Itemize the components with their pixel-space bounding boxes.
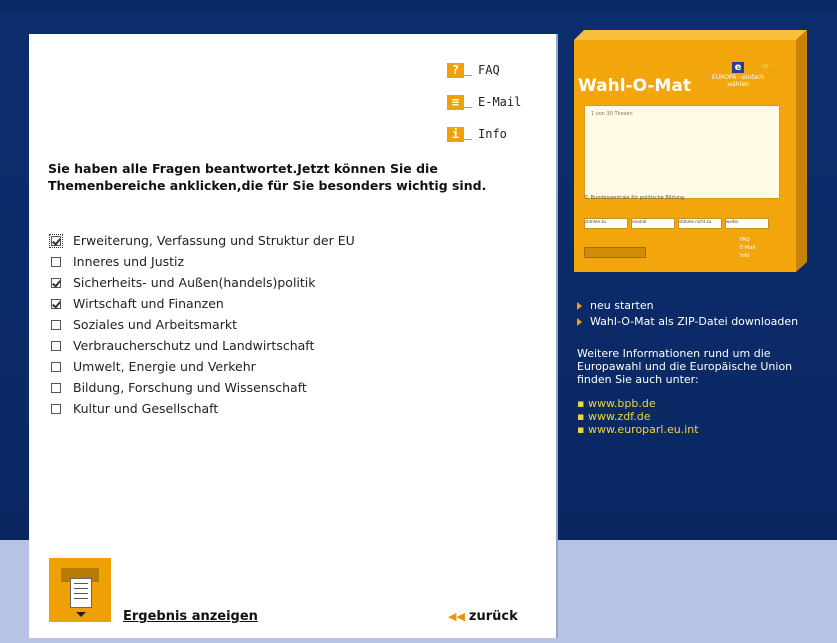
info-link-label: Info: [478, 127, 507, 141]
double-arrow-left-icon: ◀◀: [448, 610, 465, 623]
faq-link-label: FAQ: [478, 63, 500, 77]
topic-label: Soziales und Arbeitsmarkt: [73, 317, 237, 332]
preview-slider: [584, 247, 646, 258]
question-icon: ?: [447, 62, 464, 78]
link-underline: [464, 138, 472, 140]
side-info-text: Weitere Informationen rund um die Europa…: [577, 347, 793, 386]
bpb-link[interactable]: ▪ www.bpb.de: [577, 397, 699, 410]
link-underline: [464, 74, 472, 76]
topic-item[interactable]: Umwelt, Energie und Verkehr: [51, 356, 355, 377]
email-link[interactable]: ≡ E-Mail: [447, 94, 521, 110]
restart-link-label: neu starten: [590, 299, 654, 312]
box-title: Wahl-O-Mat: [578, 76, 691, 96]
preview-mini-link: FAQ: [740, 237, 750, 243]
preview-screen-text: 1 von 30 Thesen: [591, 111, 633, 117]
download-zip-link[interactable]: Wahl-O-Mat als ZIP-Datei downloaden: [577, 314, 798, 330]
arrow-right-icon: [577, 302, 582, 310]
topic-label: Verbraucherschutz und Landwirtschaft: [73, 338, 315, 353]
zdf-link[interactable]: ▪ www.zdf.de: [577, 410, 699, 423]
topic-checkbox[interactable]: [51, 277, 61, 288]
topic-label: Inneres und Justiz: [73, 254, 185, 269]
europarl-link-label: www.europarl.eu.int: [587, 423, 699, 436]
topic-label: Wirtschaft und Finanzen: [73, 296, 224, 311]
result-document-icon[interactable]: [49, 558, 111, 622]
europa-logo-text: EUROPA · einfach wählen: [711, 74, 765, 88]
topic-item[interactable]: Inneres und Justiz: [51, 251, 355, 272]
topic-label: Kultur und Gesellschaft: [73, 401, 219, 416]
preview-tab: weiter: [725, 218, 769, 229]
arrow-right-icon: [577, 318, 582, 326]
info-icon: i: [447, 126, 464, 142]
preview-tab: neutral: [631, 218, 675, 229]
top-links: ? FAQ ≡ E-Mail i Info: [447, 62, 521, 158]
topic-checkbox[interactable]: [51, 298, 61, 309]
topic-item[interactable]: Erweiterung, Verfassung und Struktur der…: [49, 230, 355, 251]
instruction-text: Sie haben alle Fragen beantwortet.Jetzt …: [48, 161, 487, 193]
download-zip-link-label: Wahl-O-Mat als ZIP-Datei downloaden: [590, 315, 799, 328]
topic-label: Bildung, Forschung und Wissenschaft: [73, 380, 307, 395]
topic-item[interactable]: Wirtschaft und Finanzen: [51, 293, 355, 314]
topic-label: Sicherheits- und Außen(handels)politik: [73, 275, 316, 290]
preview-mini-links: FAQ E-Mail Info: [740, 236, 755, 260]
main-panel: ? FAQ ≡ E-Mail i Info Sie haben alle Fra…: [29, 34, 558, 638]
preview-footer: © Bundeszentrale für politische Bildung: [584, 195, 685, 201]
header-strip: [0, 0, 837, 12]
show-result-link[interactable]: Ergebnis anzeigen: [123, 609, 258, 624]
europarl-link[interactable]: ▪ www.europarl.eu.int: [577, 423, 699, 436]
europa-e-icon: e: [732, 62, 744, 73]
restart-link[interactable]: neu starten: [577, 298, 798, 314]
preview-tabs: stimme zu neutral stimme nicht zu weiter: [584, 218, 769, 229]
topic-checkbox[interactable]: [51, 403, 61, 414]
email-link-label: E-Mail: [478, 95, 522, 109]
topic-item[interactable]: Kultur und Gesellschaft: [51, 398, 355, 419]
topic-item[interactable]: Bildung, Forschung und Wissenschaft: [51, 377, 355, 398]
topic-checkbox[interactable]: [49, 233, 63, 248]
box-side-face: [796, 30, 807, 272]
topic-checkbox[interactable]: [51, 340, 61, 351]
arrow-down-icon: [76, 612, 86, 617]
topic-checkbox[interactable]: [51, 361, 61, 372]
back-link-label: zurück: [468, 609, 518, 624]
wahlomat-preview-box: Wahl-O-Mat e EUROPA · einfach wählen ✧ 1…: [574, 30, 807, 272]
side-links: neu starten Wahl-O-Mat als ZIP-Datei dow…: [577, 298, 798, 330]
preview-tab: stimme nicht zu: [678, 218, 722, 229]
bpb-link-label: www.bpb.de: [587, 397, 656, 410]
document-icon: [70, 578, 92, 608]
topic-label: Umwelt, Energie und Verkehr: [73, 359, 256, 374]
preview-mini-link: E-Mail: [740, 245, 756, 251]
preview-tab: stimme zu: [584, 218, 628, 229]
topic-item[interactable]: Soziales und Arbeitsmarkt: [51, 314, 355, 335]
topic-label: Erweiterung, Verfassung und Struktur der…: [73, 233, 355, 248]
mail-icon: ≡: [447, 94, 464, 110]
external-links: ▪ www.bpb.de ▪ www.zdf.de ▪ www.europarl…: [577, 397, 699, 436]
box-top-face: [574, 30, 807, 40]
topic-item[interactable]: Verbraucherschutz und Landwirtschaft: [51, 335, 355, 356]
eu-stars-icon: ✧: [761, 60, 771, 73]
topic-list: Erweiterung, Verfassung und Struktur der…: [49, 230, 355, 419]
topic-checkbox[interactable]: [51, 319, 61, 330]
zdf-link-label: www.zdf.de: [587, 410, 651, 423]
preview-screen: 1 von 30 Thesen: [584, 105, 780, 199]
link-underline: [464, 106, 472, 108]
topic-item[interactable]: Sicherheits- und Außen(handels)politik: [51, 272, 355, 293]
back-link[interactable]: ◀◀ zurück: [448, 609, 518, 624]
faq-link[interactable]: ? FAQ: [447, 62, 521, 78]
preview-mini-link: Info: [740, 253, 750, 259]
info-link[interactable]: i Info: [447, 126, 521, 142]
topic-checkbox[interactable]: [51, 256, 61, 267]
topic-checkbox[interactable]: [51, 382, 61, 393]
